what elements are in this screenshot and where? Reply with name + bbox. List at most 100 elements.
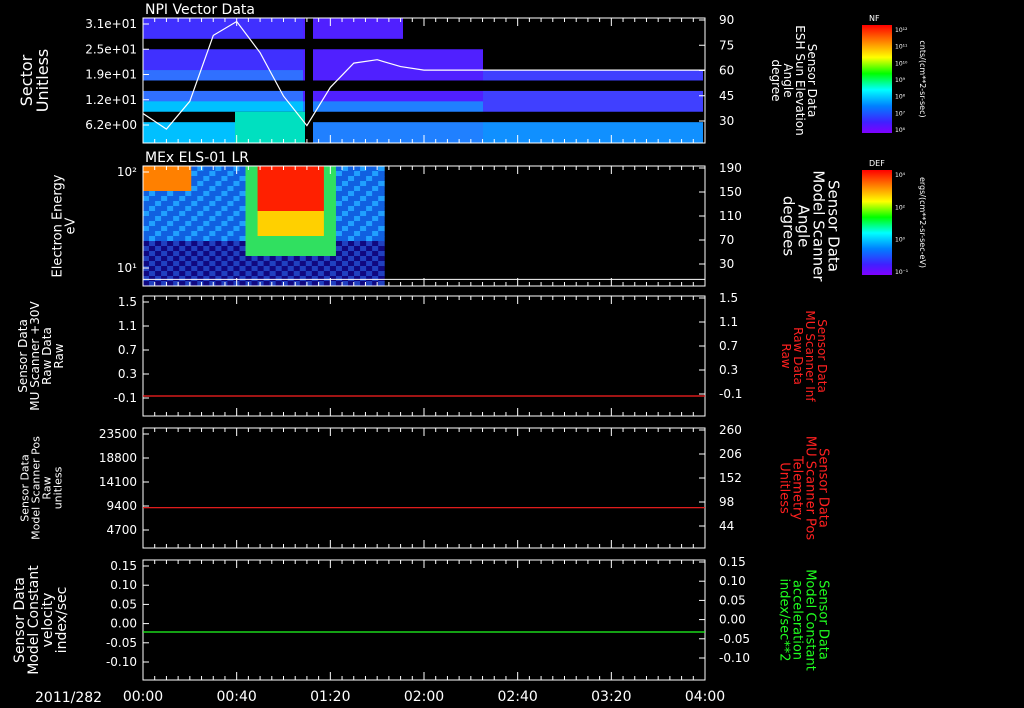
heat-cell [281,266,289,272]
heat-cell [183,132,193,144]
heat-cell [253,80,263,92]
heat-cell [573,132,583,144]
heat-cell [305,171,313,177]
heat-cell [213,18,223,29]
heat-cell [213,132,223,144]
heat-cell [173,221,180,227]
heat-cell [215,181,222,187]
heat-cell [683,122,693,134]
heat-cell [653,49,663,61]
heat-cell [305,201,313,207]
heat-cell [245,271,253,277]
heat-cell [305,251,313,257]
heat-cell [287,186,295,192]
left-tick-label: 14100 [99,475,137,489]
heat-cell [317,176,325,182]
heat-cell [341,186,349,192]
heat-cell [221,211,228,217]
heat-cell [191,231,198,237]
right-tick-label: -0.05 [719,632,750,646]
heat-cell [263,171,271,177]
heat-cell [185,216,192,222]
heat-cell [378,216,385,222]
heat-cell [155,226,162,232]
heat-cell [683,18,693,29]
heat-cell [197,251,204,257]
heat-cell [143,276,150,282]
heat-cell [372,231,379,237]
heat-cell [593,59,603,71]
heat-cell [305,181,313,187]
heat-cell [613,90,623,102]
heat-cell [155,166,162,172]
heat-cell [197,191,204,197]
heat-cell [143,176,150,182]
heat-cell [323,59,333,71]
heat-cell [413,90,423,102]
heat-cell [233,216,240,222]
heat-cell [185,256,192,262]
heat-cell [155,191,162,197]
heat-cell [693,28,703,40]
heat-cell [245,181,253,187]
heat-cell [193,38,203,50]
heat-cell [593,18,603,29]
heat-cell [353,59,363,71]
heat-cell [203,111,213,123]
left-tick-label: 3.1e+01 [85,17,137,31]
heat-cell [543,122,553,134]
heat-cell [223,90,233,102]
heat-cell [341,231,349,237]
heat-cell [257,236,265,242]
heat-cell [263,28,273,40]
heat-cell [215,206,222,212]
heat-cell [378,166,385,172]
heat-cell [299,166,307,172]
colorbar-tick-label: 10⁻¹ [895,269,909,276]
heat-cell [275,261,283,267]
colorbar-title: NF [869,14,880,23]
x-tick-label: 00:00 [123,689,163,705]
heat-cell [433,38,443,50]
left-axis-label: Sensor DataModel Constantvelocityindex/s… [12,565,70,675]
heat-cell [305,186,313,192]
heat-cell [623,90,633,102]
heat-cell [623,101,633,113]
heat-cell [215,231,222,237]
right-tick-label: 152 [719,471,742,485]
heat-cell [197,256,204,262]
heat-cell [317,221,325,227]
heat-cell [553,90,563,102]
heat-cell [191,251,198,257]
heat-cell [372,251,379,257]
colorbar-tick-label: 10⁰ [895,237,906,244]
heat-cell [354,196,361,202]
heat-cell [283,49,293,61]
heat-cell [653,111,663,123]
heat-cell [443,132,453,144]
heat-cell [227,166,234,172]
heat-cell [573,59,583,71]
heat-cell [663,70,673,81]
heat-cell [623,122,633,134]
heat-cell [209,241,216,247]
heat-cell [185,266,192,272]
heat-cell [167,216,174,222]
left-tick-label: 1.1 [118,319,137,333]
left-tick-label: 18800 [99,451,137,465]
heat-cell [221,261,228,267]
heat-cell [683,111,693,123]
heat-cell [293,271,301,277]
heat-cell [313,49,323,61]
heat-cell [333,38,343,50]
heat-cell [155,196,162,202]
heat-cell [383,28,393,40]
heat-cell [443,18,453,29]
heat-cell [553,101,563,113]
colorbar-tick-label: 10⁸ [895,94,906,101]
heat-cell [221,226,228,232]
heat-cell [503,18,513,29]
left-tick-label: 23500 [99,427,137,441]
heat-cell [463,132,473,144]
heat-cell [215,221,222,227]
